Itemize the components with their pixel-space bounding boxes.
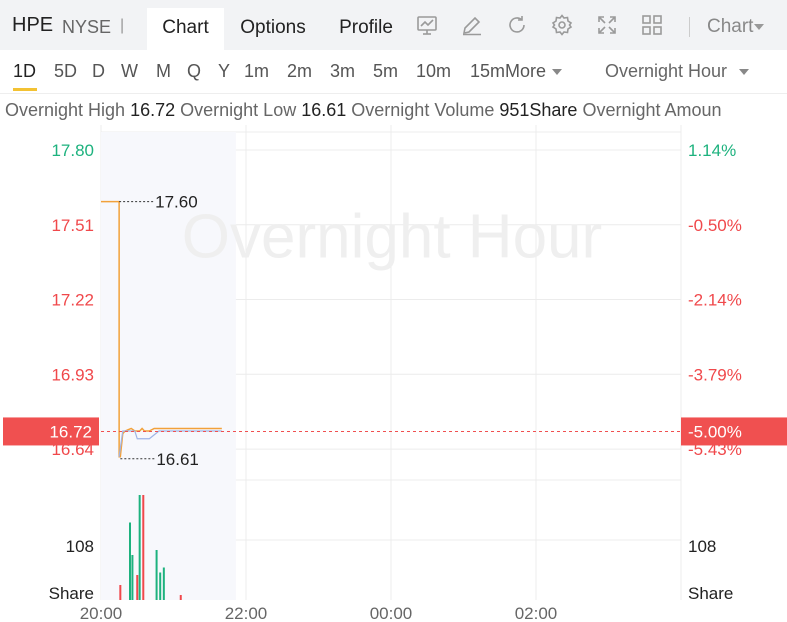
chevron-down-icon: [552, 69, 563, 76]
fullscreen-icon[interactable]: [595, 13, 619, 37]
x-axis-tick: 02:00: [515, 604, 558, 622]
period-d[interactable]: D: [92, 61, 105, 82]
tab-chart[interactable]: Chart: [147, 8, 224, 50]
volume-bar: [142, 495, 145, 600]
y-axis-tick-left: 16.93: [51, 365, 94, 384]
x-axis-tick: 22:00: [225, 604, 268, 622]
y-axis-tick-right: -3.79%: [688, 365, 742, 384]
y-axis-tick-left: 17.22: [51, 291, 94, 310]
period-m[interactable]: M: [156, 61, 171, 82]
header-separator: |: [120, 17, 125, 34]
period-bar: 1D 5D D W M Q Y 1m 2m 3m 5m 10m 15m More…: [0, 50, 787, 94]
ticker-symbol: HPE: [12, 14, 54, 36]
period-1d[interactable]: 1D: [13, 61, 36, 82]
period-5d[interactable]: 5D: [54, 61, 77, 82]
price-chart[interactable]: Overnight Hour17.8017.5117.2216.9316.641…: [0, 125, 787, 622]
high-label: Overnight High: [5, 100, 126, 120]
tab-options[interactable]: Options: [228, 8, 318, 50]
volume-bar: [138, 495, 141, 600]
draw-pen-icon[interactable]: [460, 13, 484, 37]
more-periods-dropdown[interactable]: More: [505, 61, 563, 82]
y-axis-tick-right: 1.14%: [688, 141, 736, 160]
high-value: 16.72: [130, 100, 176, 120]
volume-bar: [155, 550, 158, 600]
volume-tick-right: 108: [688, 537, 716, 556]
current-price-value: 16.72: [49, 422, 92, 441]
volume-value: 951Share: [499, 100, 578, 120]
y-axis-tick-right: -0.50%: [688, 216, 742, 235]
period-3m[interactable]: 3m: [330, 61, 355, 82]
volume-bar: [119, 585, 122, 600]
period-15m[interactable]: 15m: [470, 61, 508, 82]
low-value: 16.61: [301, 100, 347, 120]
period-5m[interactable]: 5m: [373, 61, 398, 82]
chart-type-label: Chart: [707, 16, 754, 37]
top-header: HPE NYSE | Chart Options Profile Chart: [0, 0, 787, 50]
x-axis-tick: 00:00: [370, 604, 413, 622]
chart-watermark: Overnight Hour: [182, 203, 602, 272]
chart-type-dropdown[interactable]: Chart: [707, 16, 765, 38]
refresh-icon[interactable]: [505, 13, 529, 37]
volume-bar: [159, 572, 162, 600]
volume-bar: [162, 567, 165, 600]
x-axis-tick: 20:00: [80, 604, 123, 622]
volume-bar: [179, 595, 182, 600]
more-label: More: [505, 61, 547, 81]
volume-bar: [136, 575, 139, 600]
settings-gear-icon[interactable]: [550, 13, 574, 37]
low-label: Overnight Low: [180, 100, 297, 120]
session-label: Overnight Hour: [605, 61, 728, 81]
period-q[interactable]: Q: [187, 61, 201, 82]
period-1m[interactable]: 1m: [244, 61, 269, 82]
exchange-label: NYSE: [62, 17, 112, 37]
session-dropdown[interactable]: Overnight Hour: [605, 61, 750, 82]
y-axis-tick-left: 17.51: [51, 216, 94, 235]
volume-unit-right: Share: [688, 584, 733, 603]
volume-label: Overnight Volume: [351, 100, 495, 120]
current-change-value: -5.00%: [688, 422, 742, 441]
chevron-down-icon: [739, 69, 750, 76]
amount-label: Overnight Amoun: [582, 100, 722, 120]
tab-profile[interactable]: Profile: [328, 8, 404, 50]
period-y[interactable]: Y: [218, 61, 230, 82]
y-axis-tick-right: -2.14%: [688, 291, 742, 310]
toolbar-divider: [689, 17, 690, 37]
y-axis-tick-left: 17.80: [51, 141, 94, 160]
volume-bar: [131, 555, 134, 600]
chevron-down-icon: [754, 23, 765, 30]
layout-grid-icon[interactable]: [640, 13, 664, 37]
volume-bar: [129, 522, 131, 600]
volume-tick-left: 108: [66, 537, 94, 556]
volume-unit-left: Share: [49, 584, 94, 603]
low-marker-label: 16.61: [156, 450, 199, 469]
period-w[interactable]: W: [121, 61, 138, 82]
overnight-stats: Overnight High 16.72 Overnight Low 16.61…: [5, 100, 787, 121]
indicator-chart-icon[interactable]: [415, 13, 439, 37]
period-2m[interactable]: 2m: [287, 61, 312, 82]
selected-period-underline: [13, 88, 37, 91]
high-marker-label: 17.60: [155, 193, 198, 212]
period-10m[interactable]: 10m: [416, 61, 451, 82]
